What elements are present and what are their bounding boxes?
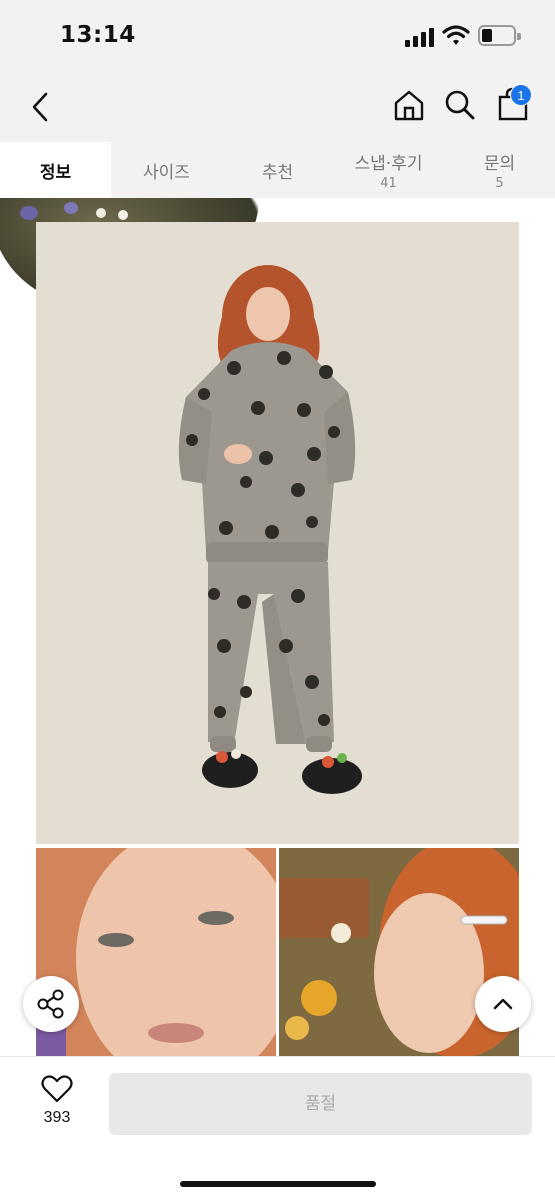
cart-count-badge: 1 (510, 84, 532, 106)
heart-icon (41, 1075, 73, 1103)
tab-info[interactable]: 정보 (0, 142, 111, 198)
tab-count: 41 (380, 176, 397, 191)
search-icon[interactable] (443, 88, 477, 122)
tab-snap-review[interactable]: 스냅·후기 41 (333, 142, 444, 198)
cellular-signal-icon (405, 27, 435, 47)
tab-count: 5 (495, 176, 504, 191)
navigation-bar: 1 (0, 72, 555, 142)
chevron-up-icon (493, 998, 513, 1010)
purchase-bar: 393 품절 (0, 1056, 555, 1200)
wifi-icon (442, 25, 470, 45)
status-bar: 13:14 (0, 0, 555, 72)
sold-out-button[interactable]: 품절 (109, 1073, 532, 1135)
like-button[interactable]: 393 (30, 1075, 84, 1127)
tab-label: 정보 (39, 162, 72, 183)
share-button[interactable] (23, 976, 79, 1032)
tab-label: 사이즈 (143, 162, 190, 183)
product-main-photo[interactable] (36, 222, 519, 844)
home-indicator[interactable] (180, 1181, 376, 1187)
tab-size[interactable]: 사이즈 (111, 142, 222, 198)
status-time: 13:14 (60, 22, 136, 48)
tab-recommend[interactable]: 추천 (222, 142, 333, 198)
battery-icon (478, 25, 521, 46)
scroll-to-top-button[interactable] (475, 976, 531, 1032)
back-icon[interactable] (26, 90, 56, 124)
share-icon (37, 989, 64, 1019)
model-wearing-tracksuit-image (36, 222, 519, 844)
product-tabs: 정보 사이즈 추천 스냅·후기 41 문의 5 (0, 142, 555, 198)
like-count: 393 (43, 1109, 71, 1126)
tab-label: 추천 (261, 162, 294, 183)
product-detail-content (0, 198, 555, 1056)
tab-label: 스냅·후기 (354, 154, 423, 174)
home-icon[interactable] (392, 88, 426, 122)
tab-inquiry[interactable]: 문의 5 (444, 142, 555, 198)
tab-label: 문의 (483, 154, 516, 174)
